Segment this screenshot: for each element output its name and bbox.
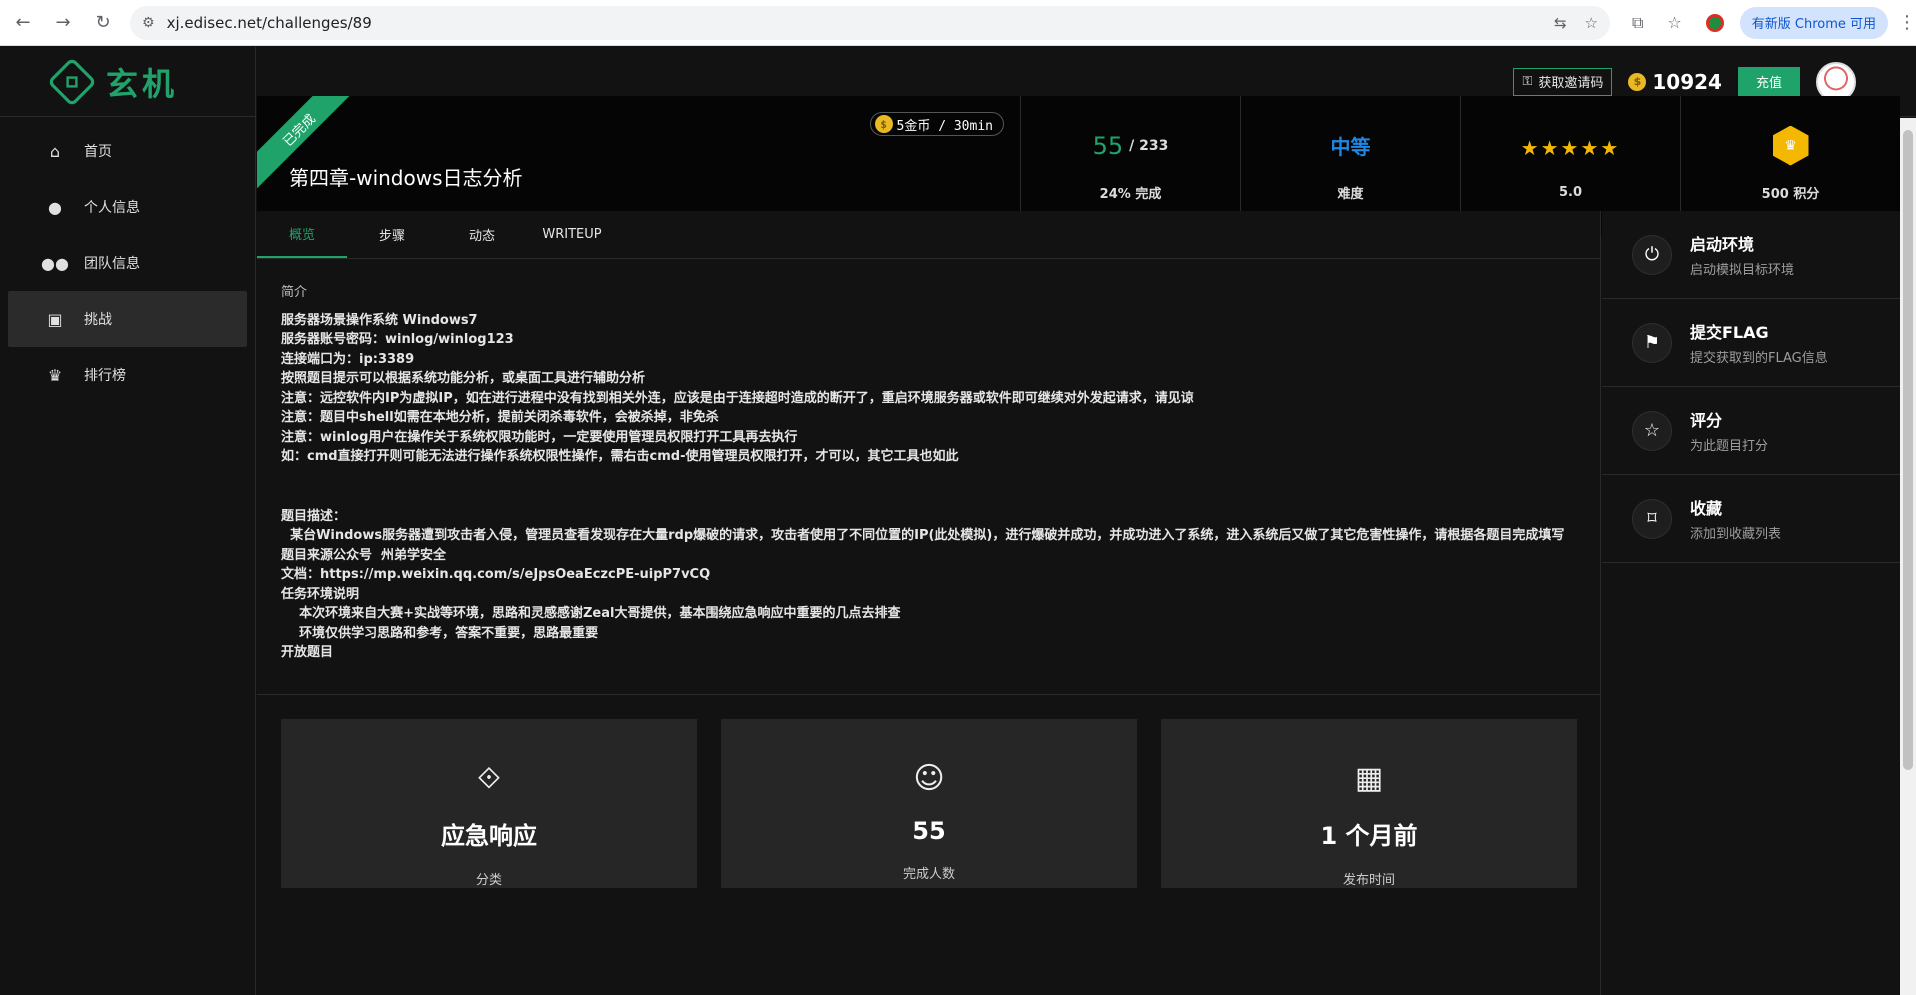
sidebar-item-challenges[interactable]: ▣ 挑战 <box>8 291 247 347</box>
progress-total: / 233 <box>1129 137 1169 154</box>
app: 玄机 ⌂ 首页 ● 个人信息 ●● 团队信息 ▣ 挑战 ♛ 排行榜 ⚿ 获取邀请… <box>0 47 1916 995</box>
action-title: 启动环境 <box>1690 235 1755 254</box>
progress-label: 24% 完成 <box>1099 186 1162 202</box>
sidebar-item-label: 排行榜 <box>84 368 126 384</box>
tab-overview[interactable]: 概览 <box>257 211 347 258</box>
users-icon: ☺ <box>913 761 945 796</box>
extensions-icon[interactable]: ⧉ <box>1632 13 1643 33</box>
key-icon: ⚿ <box>1522 74 1533 89</box>
home-icon: ⌂ <box>49 141 61 161</box>
completions-label: 完成人数 <box>902 867 955 882</box>
sidebar-item-home[interactable]: ⌂ 首页 <box>8 123 247 179</box>
extension-record-icon[interactable] <box>1705 13 1724 32</box>
published-label: 发布时间 <box>1342 873 1395 888</box>
description-section-label: 简介 <box>281 285 308 300</box>
site-info-icon[interactable]: ⚙ <box>142 15 155 31</box>
warning-diamond-icon: ⟐ <box>477 761 501 796</box>
action-title: 评分 <box>1690 411 1723 430</box>
bookmark-icon: ⌑ <box>1632 498 1672 539</box>
browser-toolbar: ← → ↻ ⚙ xj.edisec.net/challenges/89 ⇆ ☆ … <box>0 0 1916 46</box>
coin-icon: $ <box>874 115 893 133</box>
star-icon: ☆ <box>1632 410 1672 451</box>
power-icon: ⏻ <box>1632 234 1672 275</box>
completions-value: 55 <box>912 817 946 845</box>
difficulty-label: 难度 <box>1337 186 1364 202</box>
difficulty-value: 中等 <box>1330 135 1371 159</box>
description-body: 题目描述： 某台Windows服务器遭到攻击者入侵，管理员查看发现存在大量rdp… <box>281 508 1565 661</box>
category-card: ⟐ 应急响应 分类 <box>281 719 697 888</box>
logo-icon <box>47 56 97 107</box>
published-value: 1 个月前 <box>1320 822 1418 850</box>
cost-text: 5金币 / 30min <box>896 118 993 134</box>
address-bar[interactable]: ⚙ xj.edisec.net/challenges/89 ⇆ ☆ <box>130 5 1610 40</box>
invite-label: 获取邀请码 <box>1538 76 1604 91</box>
submit-flag-action[interactable]: ⚑ 提交FLAG 提交获取到的FLAG信息 <box>1602 299 1900 387</box>
sidebar-item-profile[interactable]: ● 个人信息 <box>8 179 247 235</box>
gamepad-icon: ▣ <box>47 309 63 329</box>
rating-value: 5.0 <box>1558 184 1583 200</box>
scrollbar-thumb[interactable] <box>1903 130 1913 770</box>
description-intro: 服务器场景操作系统 Windows7 服务器账号密码：winlog/winlog… <box>281 312 1194 465</box>
sidebar-item-label: 个人信息 <box>84 200 140 216</box>
sidebar: 玄机 ⌂ 首页 ● 个人信息 ●● 团队信息 ▣ 挑战 ♛ 排行榜 <box>0 47 256 995</box>
page-scrollbar[interactable] <box>1900 118 1916 995</box>
logo-text: 玄机 <box>106 64 179 103</box>
category-label: 分类 <box>475 873 502 888</box>
action-subtitle: 启动模拟目标环境 <box>1690 263 1795 278</box>
url-text[interactable]: xj.edisec.net/challenges/89 <box>167 14 372 32</box>
reload-icon[interactable]: ↻ <box>86 6 120 40</box>
points-label: 500 积分 <box>1761 186 1820 202</box>
favorite-action[interactable]: ⌑ 收藏 添加到收藏列表 <box>1602 475 1900 563</box>
bookmark-star-icon[interactable]: ☆ <box>1585 14 1598 32</box>
translate-icon[interactable]: ⇆ <box>1554 14 1567 32</box>
crown-badge-icon: ♛ <box>1772 125 1809 166</box>
action-subtitle: 提交获取到的FLAG信息 <box>1690 351 1828 366</box>
rating-stars-icon: ★★★★★ <box>1520 135 1621 160</box>
balance-value: 10924 <box>1652 69 1722 94</box>
progress-done: 55 <box>1092 131 1124 160</box>
completions-card: ☺ 55 完成人数 <box>721 719 1137 888</box>
group-icon: ●● <box>41 253 69 273</box>
sidebar-item-label: 挑战 <box>84 312 112 328</box>
cost-badge: $ 5金币 / 30min <box>869 112 1004 136</box>
published-card: ▦ 1 个月前 发布时间 <box>1161 719 1577 888</box>
start-environment-action[interactable]: ⏻ 启动环境 启动模拟目标环境 <box>1602 211 1900 299</box>
coin-icon: $ <box>1628 72 1647 91</box>
tab-steps[interactable]: 步骤 <box>347 211 437 258</box>
flag-icon: ⚑ <box>1632 322 1672 363</box>
main-content: 概览 步骤 动态 WRITEUP 简介 服务器场景操作系统 Windows7 服… <box>257 211 1601 995</box>
actions-panel: ⏻ 启动环境 启动模拟目标环境 ⚑ 提交FLAG 提交获取到的FLAG信息 ☆ … <box>1602 211 1900 995</box>
info-cards: ⟐ 应急响应 分类 ☺ 55 完成人数 ▦ 1 个月前 发布时间 <box>281 719 1577 888</box>
sidebar-item-team[interactable]: ●● 团队信息 <box>8 235 247 291</box>
tab-writeup[interactable]: WRITEUP <box>527 211 617 258</box>
sidebar-item-label: 首页 <box>84 144 112 160</box>
logo[interactable]: 玄机 <box>0 47 255 117</box>
challenge-title: 第四章-windows日志分析 <box>289 166 523 190</box>
description-panel: 简介 服务器场景操作系统 Windows7 服务器账号密码：winlog/win… <box>257 259 1600 695</box>
tab-activity[interactable]: 动态 <box>437 211 527 258</box>
rate-action[interactable]: ☆ 评分 为此题目打分 <box>1602 387 1900 475</box>
recharge-button[interactable]: 充值 <box>1737 66 1800 97</box>
action-title: 提交FLAG <box>1690 323 1769 342</box>
person-icon: ● <box>48 197 62 217</box>
get-invite-code-button[interactable]: ⚿ 获取邀请码 <box>1513 67 1613 96</box>
calendar-icon: ▦ <box>1354 761 1384 796</box>
forward-icon[interactable]: → <box>46 6 80 40</box>
chrome-update-button[interactable]: 有新版 Chrome 可用 <box>1739 6 1889 39</box>
action-subtitle: 为此题目打分 <box>1690 439 1769 454</box>
tab-bar: 概览 步骤 动态 WRITEUP <box>257 211 1600 259</box>
action-subtitle: 添加到收藏列表 <box>1690 527 1782 542</box>
back-icon[interactable]: ← <box>6 6 40 40</box>
sidebar-item-leaderboard[interactable]: ♛ 排行榜 <box>8 347 247 403</box>
coin-balance: $ 10924 <box>1628 70 1722 94</box>
sidebar-menu: ⌂ 首页 ● 个人信息 ●● 团队信息 ▣ 挑战 ♛ 排行榜 <box>0 123 255 403</box>
action-title: 收藏 <box>1690 499 1723 518</box>
browser-menu-icon[interactable]: ⋮ <box>1898 12 1916 33</box>
trophy-icon: ♛ <box>47 365 63 385</box>
sidebar-item-label: 团队信息 <box>84 256 140 272</box>
tab-search-icon[interactable]: ☆ <box>1667 13 1681 32</box>
category-value: 应急响应 <box>441 822 537 850</box>
